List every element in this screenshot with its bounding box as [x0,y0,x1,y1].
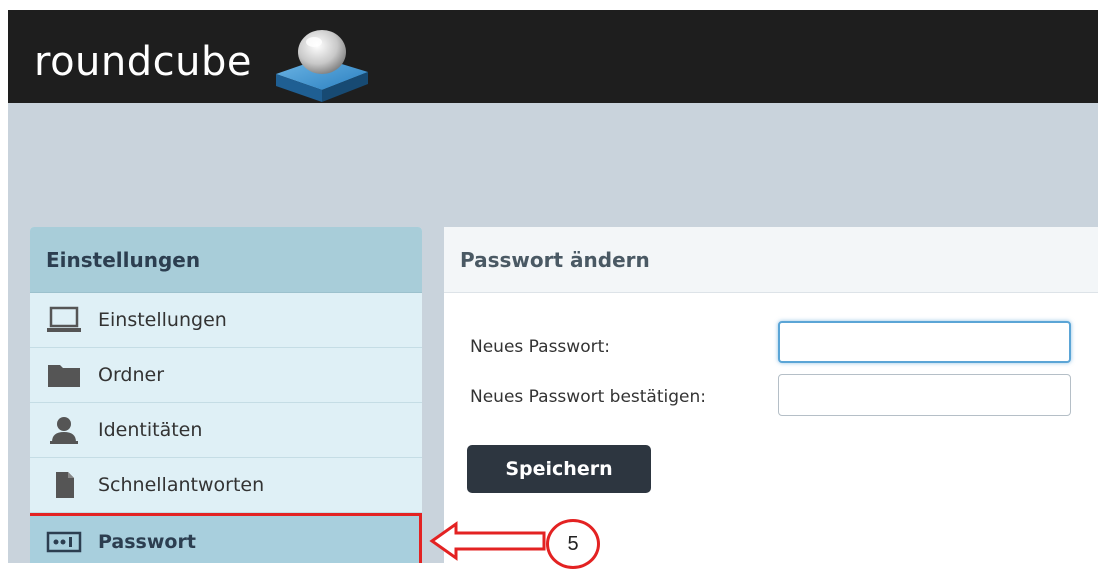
brand-name: roundcube [34,39,252,85]
sidebar-item-ordner[interactable]: Ordner [30,348,422,403]
folder-icon [44,360,84,390]
confirm-password-label: Neues Passwort bestätigen: [470,387,706,407]
sidebar-item-label: Ordner [98,364,165,386]
sidebar-title: Einstellungen [30,227,422,293]
sidebar-item-einstellungen[interactable]: Einstellungen [30,293,422,348]
sidebar-item-label: Identitäten [98,419,203,441]
user-icon [44,415,84,445]
new-password-label: Neues Passwort: [470,337,610,357]
sidebar-item-schnellantworten[interactable]: Schnellantworten [30,458,422,513]
settings-sidebar: Einstellungen Einstellungen Ordner Ident… [30,227,422,563]
laptop-icon [44,305,84,335]
sidebar-item-label: Schnellantworten [98,474,265,496]
password-panel: Passwort ändern Neues Passwort: Neues Pa… [444,227,1098,563]
header-bar: roundcube [8,10,1098,103]
panel-title: Passwort ändern [444,227,1098,293]
confirm-password-input[interactable] [778,374,1071,416]
save-button[interactable]: Speichern [467,445,651,493]
sidebar-item-label: Passwort [98,530,196,553]
roundcube-logo-icon [276,30,368,102]
document-icon [44,470,84,500]
sidebar-item-passwort[interactable]: Passwort [30,513,422,563]
sidebar-item-identitaeten[interactable]: Identitäten [30,403,422,458]
new-password-input[interactable] [778,321,1071,363]
step-number-badge: 5 [546,519,600,569]
sidebar-item-label: Einstellungen [98,309,227,331]
annotation-arrow-icon [429,521,546,561]
password-icon [44,527,84,557]
